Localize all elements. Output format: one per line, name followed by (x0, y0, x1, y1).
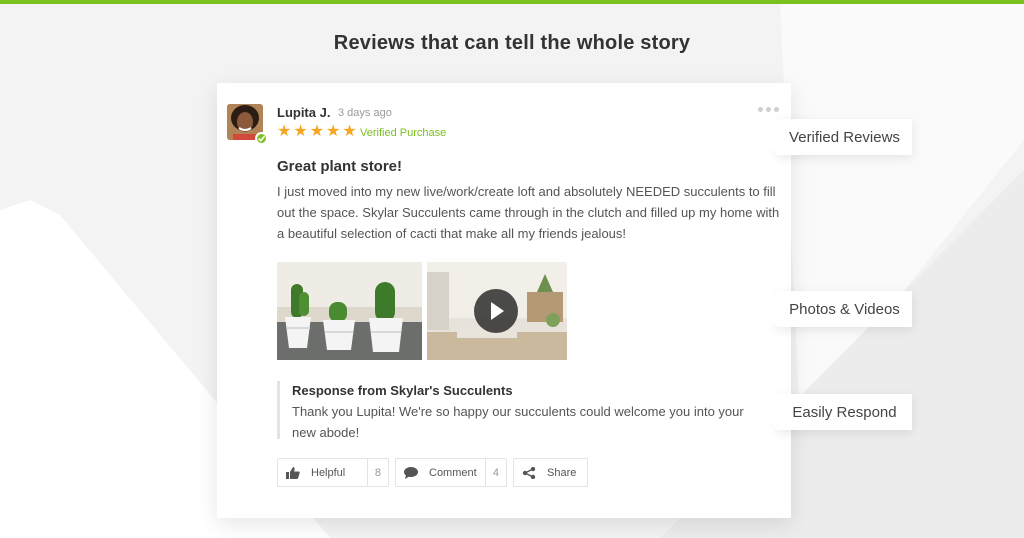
comment-count: 4 (484, 459, 506, 486)
callout-easily-respond: Easily Respond (762, 394, 912, 430)
review-timestamp: 3 days ago (338, 107, 392, 119)
callout-photos-videos: Photos & Videos (762, 291, 912, 327)
checkmark-badge-icon (255, 132, 268, 145)
review-photo-cacti[interactable] (277, 262, 422, 360)
callout-verified-reviews: Verified Reviews (762, 119, 912, 155)
response-text: Thank you Lupita! We're so happy our suc… (292, 404, 744, 440)
play-icon[interactable] (474, 289, 518, 333)
star-icon: ★ (277, 123, 292, 140)
comment-label: Comment (429, 466, 477, 479)
share-label: Share (547, 466, 577, 479)
star-icon: ★ (293, 123, 308, 140)
star-icon: ★ (309, 123, 325, 140)
helpful-button[interactable]: Helpful 8 (277, 458, 389, 487)
review-video-loft[interactable] (427, 262, 567, 360)
page-headline: Reviews that can tell the whole story (333, 32, 691, 54)
star-icon: ★ (342, 123, 357, 140)
ellipsis-icon[interactable] (758, 107, 780, 115)
speech-bubble-icon (403, 466, 419, 479)
share-icon (521, 466, 537, 479)
verified-purchase-label: Verified Purchase (360, 127, 447, 139)
review-title: Great plant store! (277, 158, 403, 175)
comment-button[interactable]: Comment 4 (395, 458, 507, 487)
reviewer-name: Lupita J. (277, 105, 331, 120)
review-body: I just moved into my new live/work/creat… (277, 184, 780, 241)
star-icon: ★ (326, 123, 341, 140)
helpful-count: 8 (366, 459, 388, 486)
helpful-label: Helpful (311, 466, 346, 479)
star-rating: ★ ★ ★ ★ ★ (277, 124, 357, 140)
merchant-response: Response from Skylar's Succulents Thank … (277, 381, 767, 440)
response-title: Response from Skylar's Succulents (292, 383, 513, 398)
thumbs-up-icon (285, 466, 301, 479)
share-button[interactable]: Share (513, 458, 588, 487)
review-card: Lupita J. 3 days ago ★ ★ ★ ★ ★ Verified … (217, 83, 791, 518)
